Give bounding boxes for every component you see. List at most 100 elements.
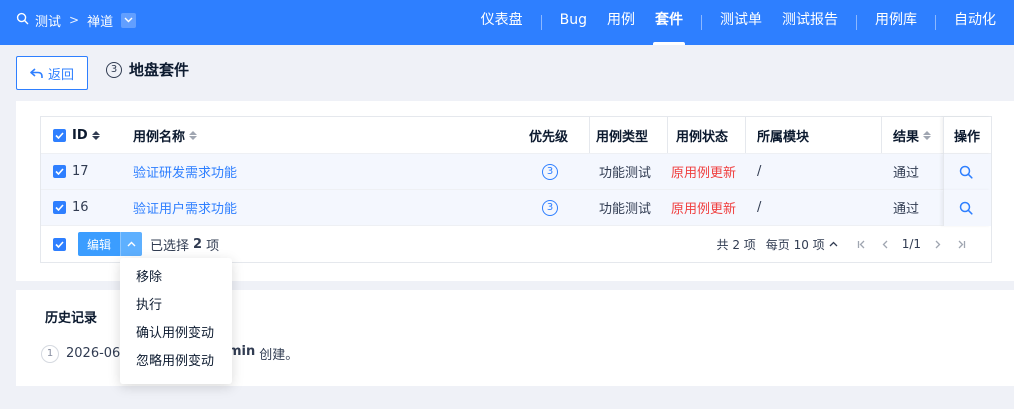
select-all-header: ID bbox=[53, 117, 100, 153]
nav-testreport[interactable]: 测试报告 bbox=[772, 0, 848, 45]
row-title-link[interactable]: 验证用户需求功能 bbox=[133, 190, 237, 225]
back-button[interactable]: 返回 bbox=[16, 56, 88, 90]
sort-icon[interactable] bbox=[923, 130, 932, 140]
column-divider bbox=[667, 117, 668, 153]
table-footer: 编辑 已选择 2 项 共 2 项 每页 10 项 1/1 bbox=[41, 226, 991, 262]
menu-item-remove[interactable]: 移除 bbox=[120, 264, 232, 292]
nav-divider bbox=[540, 15, 542, 30]
row-module: / bbox=[757, 200, 762, 215]
nav-testcase[interactable]: 用例 bbox=[597, 0, 645, 45]
table-header-row: ID 用例名称 优先级 用例类型 用例状态 所属模块 结果 操作 bbox=[41, 117, 991, 154]
nav-divider bbox=[935, 15, 936, 30]
testcase-panel: ID 用例名称 优先级 用例类型 用例状态 所属模块 结果 操作 17 验证研发… bbox=[16, 101, 1014, 281]
selected-prefix: 已选择 bbox=[150, 238, 190, 254]
main-nav: 仪表盘 Bug 用例 套件 测试单 测试报告 用例库 自动化 bbox=[471, 0, 1014, 45]
total-count: 共 2 项 bbox=[716, 237, 756, 252]
batch-actions-menu: 移除 执行 确认用例变动 忽略用例变动 bbox=[120, 258, 232, 384]
selected-count-text: 已选择 2 项 bbox=[150, 226, 219, 262]
column-header-type[interactable]: 用例类型 bbox=[596, 117, 648, 153]
column-header-module[interactable]: 所属模块 bbox=[757, 117, 809, 153]
breadcrumb-product[interactable]: 测试 bbox=[35, 11, 61, 30]
chevron-down-icon bbox=[124, 17, 133, 23]
history-entry-action: 创建。 bbox=[259, 348, 299, 363]
table-row[interactable]: 16 验证用户需求功能 3 功能测试 原用例更新 / 通过 bbox=[41, 190, 991, 226]
chevron-up-icon bbox=[127, 241, 136, 247]
batch-actions-toggle[interactable] bbox=[120, 232, 142, 256]
last-page-icon[interactable] bbox=[949, 234, 973, 254]
nav-divider bbox=[701, 15, 702, 30]
row-module: / bbox=[757, 164, 762, 179]
nav-dashboard[interactable]: 仪表盘 bbox=[471, 0, 533, 45]
priority-badge: 3 bbox=[542, 163, 558, 180]
breadcrumb-separator: > bbox=[69, 13, 80, 27]
check-icon bbox=[55, 168, 64, 175]
selected-count: 2 bbox=[193, 236, 203, 252]
testcase-table: ID 用例名称 优先级 用例类型 用例状态 所属模块 结果 操作 17 验证研发… bbox=[40, 116, 992, 263]
history-entry-number: 1 bbox=[41, 344, 59, 363]
row-title-link[interactable]: 验证研发需求功能 bbox=[133, 154, 237, 189]
column-header-result-cell: 结果 bbox=[893, 117, 932, 153]
row-actions bbox=[943, 190, 991, 226]
nav-caselib[interactable]: 用例库 bbox=[865, 0, 927, 45]
table-row[interactable]: 17 验证研发需求功能 3 功能测试 原用例更新 / 通过 bbox=[41, 154, 991, 190]
check-icon bbox=[55, 131, 64, 139]
menu-item-ignore-change[interactable]: 忽略用例变动 bbox=[120, 348, 232, 376]
column-header-id[interactable]: ID bbox=[72, 128, 88, 143]
pagination: 共 2 项 每页 10 项 1/1 bbox=[717, 226, 973, 262]
search-icon bbox=[959, 201, 973, 215]
view-case-button[interactable] bbox=[959, 154, 973, 190]
row-status: 原用例更新 bbox=[671, 202, 737, 217]
column-divider bbox=[881, 117, 882, 153]
sort-icon[interactable] bbox=[189, 130, 198, 140]
nav-bug[interactable]: Bug bbox=[550, 0, 597, 45]
row-actions bbox=[943, 154, 991, 190]
sort-icon[interactable] bbox=[91, 130, 100, 140]
column-header-title[interactable]: 用例名称 bbox=[133, 126, 185, 145]
actions-column-header: 操作 bbox=[943, 117, 991, 154]
menu-item-run[interactable]: 执行 bbox=[120, 292, 232, 320]
project-switcher-button[interactable] bbox=[121, 12, 137, 28]
column-divider bbox=[745, 117, 746, 153]
row-checkbox[interactable] bbox=[53, 165, 66, 178]
breadcrumb: 测试 > 禅道 bbox=[16, 0, 137, 40]
priority-badge: 3 bbox=[542, 199, 558, 216]
selected-suffix: 项 bbox=[206, 238, 220, 254]
row-type: 功能测试 bbox=[599, 202, 652, 217]
column-header-result[interactable]: 结果 bbox=[893, 126, 919, 145]
nav-automation[interactable]: 自动化 bbox=[944, 0, 1006, 45]
prev-page-icon[interactable] bbox=[874, 234, 898, 254]
footer-select-all-checkbox[interactable] bbox=[53, 237, 66, 251]
row-checkbox[interactable] bbox=[53, 201, 66, 214]
nav-testsuite[interactable]: 套件 bbox=[645, 0, 693, 45]
search-icon bbox=[959, 165, 973, 179]
view-case-button[interactable] bbox=[959, 190, 973, 226]
row-id: 16 bbox=[72, 200, 89, 215]
top-navbar: 测试 > 禅道 仪表盘 Bug 用例 套件 测试单 测试报告 用例库 自动化 bbox=[0, 0, 1014, 45]
next-page-icon[interactable] bbox=[925, 234, 949, 254]
column-header-pri[interactable]: 优先级 bbox=[529, 117, 568, 153]
sub-header: 返回 3 地盘套件 bbox=[0, 45, 1014, 100]
breadcrumb-project[interactable]: 禅道 bbox=[87, 11, 113, 30]
first-page-icon[interactable] bbox=[850, 234, 874, 254]
column-header-status[interactable]: 用例状态 bbox=[676, 117, 728, 153]
back-arrow-icon bbox=[30, 67, 43, 78]
row-id: 17 bbox=[72, 164, 89, 179]
nav-divider bbox=[856, 15, 857, 30]
suite-priority-badge: 3 bbox=[106, 61, 122, 78]
menu-item-confirm-change[interactable]: 确认用例变动 bbox=[120, 320, 232, 348]
search-icon[interactable] bbox=[16, 12, 29, 29]
row-status: 原用例更新 bbox=[671, 166, 737, 181]
select-all-checkbox[interactable] bbox=[53, 128, 66, 142]
back-button-label: 返回 bbox=[47, 67, 74, 83]
column-header-actions: 操作 bbox=[954, 130, 981, 145]
row-result: 通过 bbox=[893, 202, 920, 217]
column-header-title-cell: 用例名称 bbox=[133, 117, 198, 153]
page-indicator: 1/1 bbox=[901, 237, 921, 251]
row-type: 功能测试 bbox=[599, 166, 652, 181]
batch-edit-button[interactable]: 编辑 bbox=[78, 232, 120, 256]
nav-testtask[interactable]: 测试单 bbox=[710, 0, 772, 45]
chevron-up-icon bbox=[829, 241, 838, 247]
check-icon bbox=[55, 204, 64, 211]
batch-edit-group: 编辑 bbox=[78, 232, 142, 256]
page-size-selector[interactable]: 每页 10 项 bbox=[766, 236, 838, 253]
